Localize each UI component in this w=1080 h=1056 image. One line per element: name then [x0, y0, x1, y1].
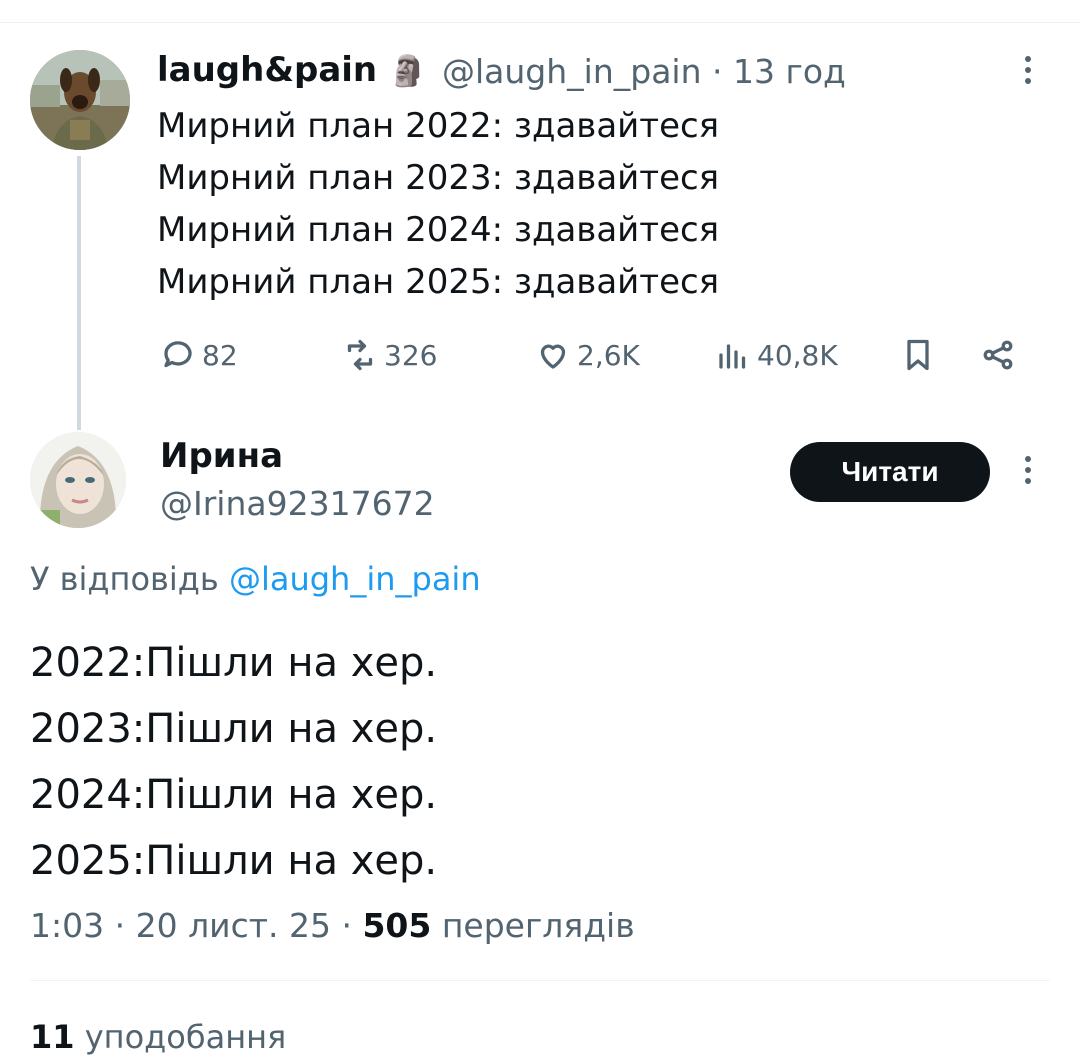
thread-line	[77, 156, 81, 430]
avatar-laugh-in-pain[interactable]	[30, 50, 130, 150]
more-options-icon[interactable]	[1024, 456, 1032, 490]
author-handle[interactable]: @laugh_in_pain	[442, 52, 702, 91]
follow-button[interactable]: Читати	[790, 442, 990, 502]
repost-count: 326	[384, 338, 438, 372]
reply-line: 2024:Пішли на хер.	[30, 772, 438, 818]
like-button[interactable]: 2,6K	[535, 330, 640, 380]
separator-dot: ·	[341, 906, 363, 945]
reply-line: 2025:Пішли на хер.	[30, 838, 438, 884]
likes-summary[interactable]: 11 уподобання	[30, 1018, 286, 1056]
views-count: 40,8K	[757, 338, 838, 372]
reply-text: 2022:Пішли на хер. 2023:Пішли на хер. 20…	[30, 630, 437, 894]
tweet-line: Мирний план 2023: здавайтеся	[157, 158, 720, 198]
repost-button[interactable]: 326	[342, 330, 437, 380]
tweet-line: Мирний план 2022: здавайтеся	[157, 106, 720, 146]
replying-to-label: У відповідь	[30, 560, 219, 598]
tweet-line: Мирний план 2025: здавайтеся	[157, 262, 720, 302]
replying-to-handle-link[interactable]: @laugh_in_pain	[229, 560, 481, 598]
share-icon	[983, 340, 1013, 370]
author-handle-irina[interactable]: @Irina92317672	[160, 484, 435, 523]
tweet-time-ago[interactable]: 13 год	[733, 52, 846, 91]
more-options-icon[interactable]	[1024, 56, 1032, 90]
tweet-text: Мирний план 2022: здавайтеся Мирний план…	[157, 100, 719, 308]
separator-dot: ·	[114, 906, 136, 945]
avatar-dog-soldier-icon	[30, 50, 130, 150]
reply-bubble-icon	[164, 341, 192, 368]
reply-line: 2023:Пішли на хер.	[30, 706, 438, 752]
replying-to-line: У відповідь @laugh_in_pain	[30, 560, 481, 598]
avatar-irina[interactable]	[30, 432, 126, 528]
reply-time[interactable]: 1:03	[30, 906, 104, 945]
tweet-line: Мирний план 2024: здавайтеся	[157, 210, 720, 250]
repost-icon	[347, 339, 373, 371]
reply-count: 82	[202, 338, 238, 372]
like-count: 2,6K	[577, 338, 640, 372]
reply-date[interactable]: 20 лист. 25	[136, 906, 331, 945]
meta-divider	[30, 980, 1050, 981]
heart-icon	[540, 344, 566, 369]
reply-views-count: 505	[362, 906, 432, 945]
author-name-irina[interactable]: Ирина	[160, 436, 283, 476]
bookmark-icon	[907, 339, 929, 371]
separator-dot: ·	[712, 52, 733, 91]
avatar-woman-portrait-icon	[30, 432, 126, 528]
views-chart-icon	[719, 344, 746, 369]
reply-meta: 1:03 · 20 лист. 25 · 505 переглядів	[30, 906, 635, 945]
likes-count: 11	[30, 1018, 75, 1056]
author-handle-line: @laugh_in_pain · 13 год	[442, 52, 846, 91]
author-name-laugh-in-pain[interactable]: laugh&pain 🗿	[157, 50, 426, 90]
reply-line: 2022:Пішли на хер.	[30, 640, 438, 686]
bookmark-button[interactable]	[900, 330, 942, 380]
author-name-text: laugh&pain	[157, 50, 378, 90]
reply-button[interactable]: 82	[160, 330, 238, 380]
tweet-actions-bar: 82 326 2,6K 40,8K	[160, 330, 1040, 380]
share-button[interactable]	[980, 330, 1022, 380]
reply-views-label: переглядів	[441, 906, 635, 945]
top-divider	[0, 22, 1080, 23]
moai-emoji-icon: 🗿	[388, 54, 427, 89]
likes-label: уподобання	[84, 1018, 287, 1056]
views-button[interactable]: 40,8K	[715, 330, 838, 380]
